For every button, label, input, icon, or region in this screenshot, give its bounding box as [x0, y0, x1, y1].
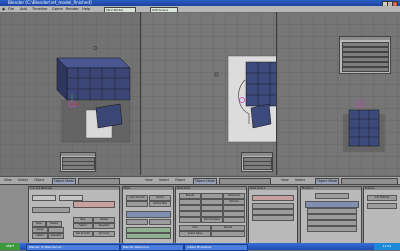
limit-field[interactable]: [223, 217, 245, 223]
header-select-menu[interactable]: Select: [18, 177, 28, 184]
material-deselect-button[interactable]: Deselect: [93, 223, 115, 229]
multires-tab[interactable]: Multires: [364, 187, 400, 190]
deselect-group-button[interactable]: Deselect: [48, 233, 64, 239]
link-materials-tab[interactable]: Link and Materials: [29, 187, 119, 190]
mesh-panel: Mesh Auto Smooth Centre Centre New: [122, 186, 174, 244]
select-swap-button[interactable]: Select Swap: [179, 231, 211, 237]
modifier-apply-button[interactable]: [307, 226, 357, 232]
draw-edges-button[interactable]: [252, 215, 294, 221]
mesh-view-front[interactable]: [141, 12, 276, 175]
viewport-perspective[interactable]: [0, 12, 141, 175]
transform-properties-panel: [60, 152, 96, 172]
remove-doubles-button[interactable]: Rem Doubles: [201, 217, 223, 223]
mesh-view-3d[interactable]: [0, 12, 140, 175]
multires-panel: Multires Add Multires: [363, 186, 400, 244]
header-select-menu-2[interactable]: Select: [159, 177, 169, 184]
mesh-name-field[interactable]: [32, 195, 56, 201]
modifiers-panel: Modifiers: [300, 186, 362, 244]
mesh-tools-tab[interactable]: Mesh Tools: [176, 187, 246, 190]
mesh-tools-panel: Mesh Tools Beauty Subdivide Extrude Rem …: [175, 186, 247, 244]
header-view-menu[interactable]: View: [4, 177, 12, 184]
mesh-tools-1-panel: Mesh Tools 1: [248, 186, 298, 244]
taskbar: start Blender [C:\Blender\ref... Blender…: [0, 243, 400, 251]
header-view-menu-2[interactable]: View: [145, 177, 153, 184]
material-field[interactable]: [73, 201, 115, 208]
header-object-menu-2[interactable]: Object: [175, 177, 185, 184]
header-view-menu-3[interactable]: View: [281, 177, 289, 184]
buttons-window: Link and Materials New Delete Assign Sel…: [0, 184, 400, 244]
mesh-tab[interactable]: Mesh: [123, 187, 173, 190]
view-properties-panel: [241, 152, 273, 172]
link-materials-panel: Link and Materials New Delete Assign Sel…: [28, 186, 120, 244]
material-select-button[interactable]: Select: [73, 223, 93, 229]
set-solid-button[interactable]: Set Solid: [93, 231, 115, 237]
vertex-group-field[interactable]: [32, 207, 70, 213]
centre-new-field[interactable]: [252, 195, 294, 201]
centre-new-button[interactable]: Centre New: [149, 201, 171, 207]
start-button[interactable]: start: [0, 243, 20, 250]
mesh-tools-1-tab[interactable]: Mesh Tools 1: [249, 187, 297, 190]
viewport-front[interactable]: [141, 12, 277, 175]
xsort-button[interactable]: [179, 217, 201, 223]
add-modifier-button[interactable]: [315, 193, 349, 199]
viewport-side[interactable]: [277, 12, 400, 175]
multires-level-field[interactable]: [367, 203, 397, 209]
add-multires-button[interactable]: Add Multires: [367, 195, 397, 201]
texmesh-field[interactable]: [126, 211, 171, 218]
modifiers-tab[interactable]: Modifiers: [301, 187, 361, 190]
header-select-menu-3[interactable]: Select: [295, 177, 305, 184]
modifier-subsurf-header[interactable]: [305, 201, 359, 208]
select-group-button[interactable]: Select: [32, 233, 48, 239]
no-vnormal-flip-button[interactable]: [149, 219, 171, 225]
mesh-view-side[interactable]: [277, 12, 400, 175]
set-smooth-button[interactable]: Set Smooth: [73, 231, 93, 237]
flip-normals-button[interactable]: [211, 231, 245, 237]
header-object-menu[interactable]: Object: [34, 177, 44, 184]
degr-field[interactable]: [126, 201, 148, 207]
system-clock: 12:41: [374, 243, 400, 250]
double-sided-button[interactable]: [126, 219, 148, 225]
vertex-color-field[interactable]: [126, 233, 171, 239]
